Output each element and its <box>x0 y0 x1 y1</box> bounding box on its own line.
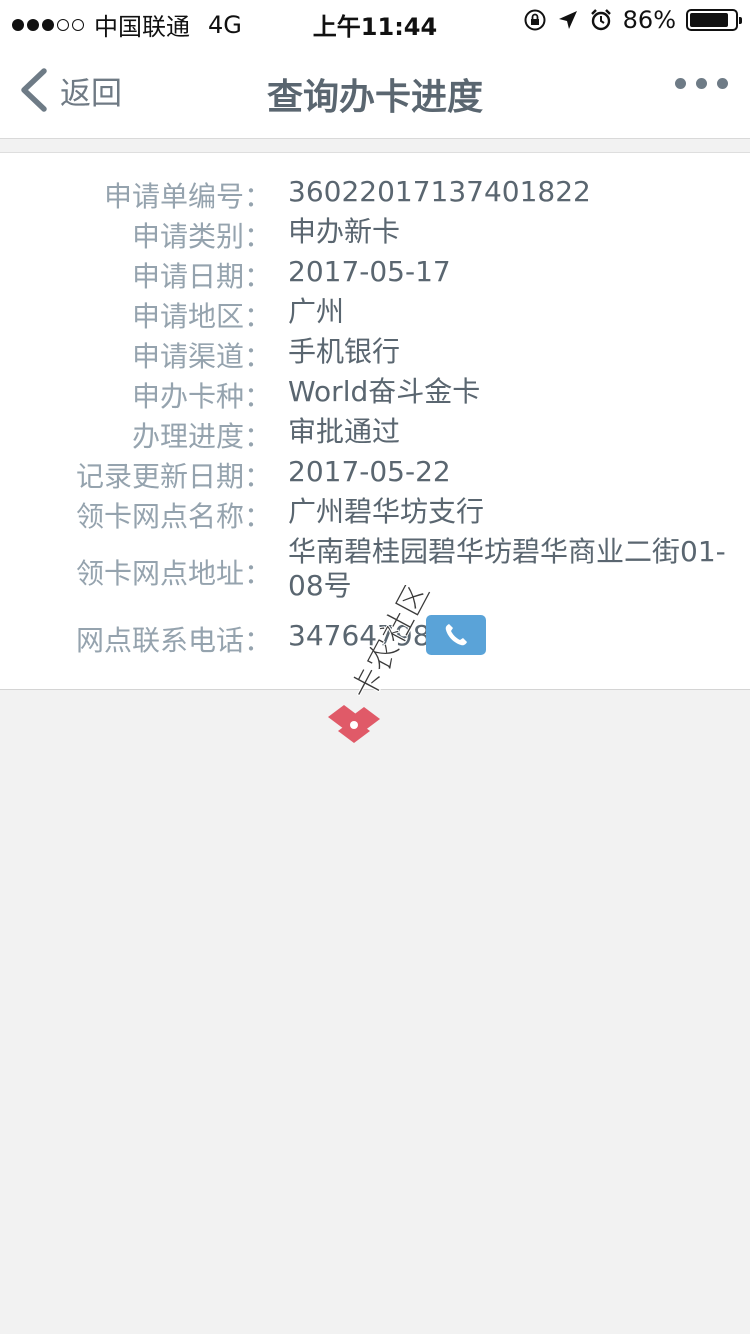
page-title: 查询办卡进度 <box>266 77 483 118</box>
status-right: 86% <box>523 6 742 34</box>
detail-label: 网点联系电话： <box>75 624 272 657</box>
detail-label: 领卡网点名称： <box>75 500 272 533</box>
application-detail-card: 申请单编号： 36022017137401822 申请类别： 申办新卡 申请日期… <box>0 152 750 690</box>
battery-icon <box>686 9 742 31</box>
detail-label: 申办卡种： <box>131 380 272 413</box>
detail-label: 记录更新日期： <box>75 460 272 493</box>
orientation-lock-icon <box>524 9 546 31</box>
status-bar: 中国联通 4G 上午11:44 86% <box>0 0 750 41</box>
detail-value: 2017-05-17 <box>288 255 451 288</box>
detail-value[interactable]: 34764798 <box>288 619 728 653</box>
detail-value: 36022017137401822 <box>288 175 591 208</box>
call-button[interactable] <box>426 615 486 655</box>
detail-label: 申请类别： <box>131 220 272 253</box>
detail-label: 申请单编号： <box>103 180 272 213</box>
detail-value: 申办新卡 <box>288 215 401 248</box>
detail-value: 广州碧华坊支行 <box>288 495 485 528</box>
detail-value: 华南碧桂园碧华坊碧华商业二街01-08号 <box>288 535 726 602</box>
detail-label: 申请日期： <box>131 260 272 293</box>
detail-value: 手机银行 <box>288 335 401 368</box>
location-arrow-icon <box>558 11 577 29</box>
alarm-icon <box>590 9 611 31</box>
detail-value: 广州 <box>288 295 345 328</box>
detail-label: 申请渠道： <box>131 340 272 373</box>
phone-icon <box>445 624 467 646</box>
detail-label: 领卡网点地址： <box>75 557 272 590</box>
detail-value: 审批通过 <box>288 415 401 448</box>
more-dots-icon[interactable] <box>675 78 728 89</box>
detail-value: World奋斗金卡 <box>288 375 481 408</box>
detail-value: 2017-05-22 <box>288 455 451 488</box>
detail-label: 办理进度： <box>131 420 272 453</box>
navigation-bar: 返回 查询办卡进度 <box>0 40 750 139</box>
detail-label: 申请地区： <box>131 300 272 333</box>
battery-percent: 86% <box>622 6 676 34</box>
